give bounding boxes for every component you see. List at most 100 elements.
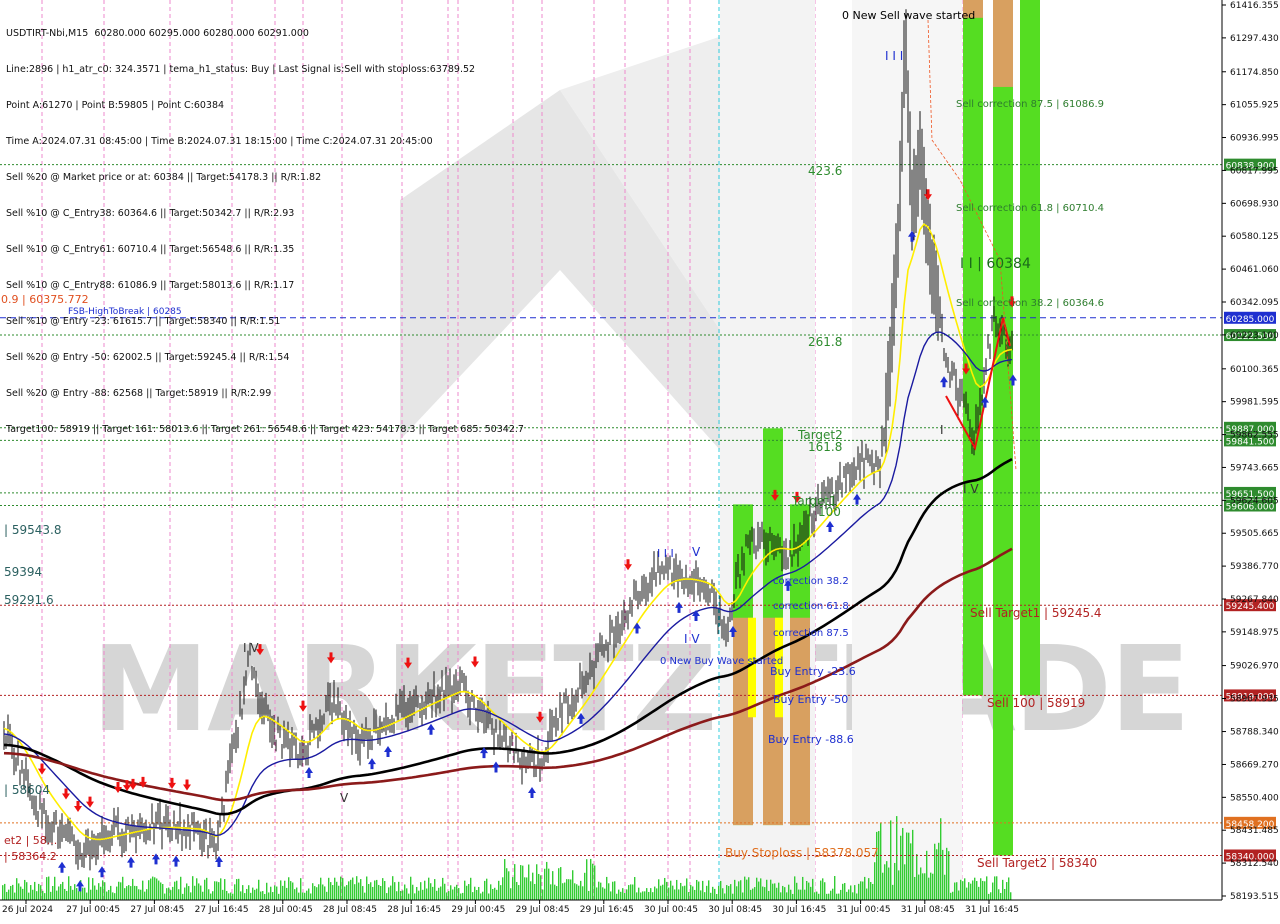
info-line: Sell %20 @ Market price or at: 60384 || … — [6, 172, 322, 183]
volume-bar — [660, 885, 662, 900]
volume-bar — [614, 881, 616, 900]
volume-bar — [910, 843, 912, 900]
volume-bar — [186, 883, 188, 900]
volume-bar — [770, 879, 772, 900]
volume-bar — [284, 880, 286, 900]
y-tick-label: 59386.770 — [1230, 562, 1279, 572]
volume-bar — [958, 890, 960, 900]
volume-bar — [610, 891, 612, 900]
volume-bar — [380, 886, 382, 900]
y-tick-label: 58550.400 — [1230, 793, 1279, 803]
volume-bar — [88, 877, 90, 900]
volume-bar — [820, 880, 822, 900]
volume-bar — [304, 892, 306, 900]
volume-bar — [518, 885, 520, 900]
volume-bar — [430, 883, 432, 900]
volume-bar — [498, 880, 500, 900]
volume-bar — [928, 877, 930, 900]
volume-bar — [378, 884, 380, 900]
volume-bar — [58, 886, 60, 900]
volume-bar — [478, 886, 480, 900]
volume-bar — [788, 884, 790, 900]
level-text-label: 100 — [818, 505, 841, 519]
x-tick-label: 30 Jul 16:45 — [772, 905, 826, 915]
volume-bar — [888, 867, 890, 900]
x-tick-label: 27 Jul 16:45 — [195, 905, 249, 915]
volume-bar — [204, 879, 206, 900]
volume-bar — [664, 877, 666, 900]
y-tick-label: 61055.925 — [1230, 101, 1279, 111]
volume-bar — [728, 886, 730, 900]
volume-bar — [96, 889, 98, 900]
volume-bar — [708, 880, 710, 900]
volume-bar — [832, 888, 834, 900]
volume-bar — [896, 816, 898, 900]
volume-bar — [434, 879, 436, 900]
volume-bar — [672, 885, 674, 900]
volume-bar — [1004, 888, 1006, 900]
volume-bar — [146, 889, 148, 900]
volume-bar — [384, 881, 386, 900]
volume-bar — [624, 892, 626, 900]
volume-bar — [254, 889, 256, 900]
volume-bar — [970, 883, 972, 900]
volume-bar — [276, 886, 278, 900]
volume-bar — [202, 891, 204, 900]
volume-bar — [732, 893, 734, 900]
volume-bar — [774, 883, 776, 900]
zone-bar — [993, 0, 1013, 87]
volume-bar — [588, 890, 590, 900]
volume-bar — [580, 880, 582, 900]
y-tick-label: 60100.365 — [1230, 365, 1279, 375]
annotation-label: 59394 — [4, 565, 42, 579]
volume-bar — [960, 879, 962, 900]
annotation-label: | 58604 — [4, 783, 50, 797]
volume-bar — [252, 887, 254, 900]
volume-bar — [156, 878, 158, 900]
volume-bar — [1002, 879, 1004, 900]
annotation-label: Sell correction 61.8 | 60710.4 — [956, 203, 1104, 214]
volume-bar — [852, 892, 854, 900]
volume-bar — [992, 882, 994, 900]
volume-bar — [54, 876, 56, 900]
volume-bar — [488, 893, 490, 900]
volume-bar — [446, 892, 448, 900]
y-tick-label: 60698.930 — [1230, 199, 1279, 209]
volume-bar — [72, 889, 74, 900]
volume-bar — [496, 889, 498, 900]
y-tick-label: 59148.975 — [1230, 628, 1279, 638]
level-text-label: 261.8 — [808, 335, 842, 349]
volume-bar — [594, 865, 596, 900]
volume-bar — [230, 892, 232, 900]
volume-bar — [524, 877, 526, 900]
volume-bar — [536, 864, 538, 900]
volume-bar — [836, 893, 838, 900]
volume-bar — [466, 885, 468, 900]
volume-bar — [886, 861, 888, 900]
info-line: Sell %10 @ C_Entry88: 61086.9 || Target:… — [6, 280, 295, 291]
y-tick-label: 59981.595 — [1230, 398, 1279, 408]
volume-bar — [442, 877, 444, 900]
volume-bar — [652, 892, 654, 900]
volume-bar — [388, 887, 390, 900]
volume-bar — [898, 870, 900, 900]
volume-bar — [604, 888, 606, 900]
volume-bar — [586, 859, 588, 900]
volume-bar — [956, 882, 958, 900]
volume-bar — [550, 884, 552, 900]
volume-bar — [662, 884, 664, 900]
ohlc-close: 60291.000 — [257, 28, 309, 39]
volume-bar — [462, 892, 464, 900]
wave-mark-label: I I I — [885, 49, 903, 63]
volume-bar — [546, 861, 548, 900]
volume-bar — [184, 887, 186, 900]
volume-bar — [262, 891, 264, 900]
volume-bar — [438, 887, 440, 900]
volume-bar — [174, 881, 176, 900]
volume-bar — [532, 872, 534, 900]
volume-bar — [8, 889, 10, 900]
volume-bar — [470, 877, 472, 900]
volume-bar — [968, 882, 970, 900]
volume-bar — [860, 881, 862, 900]
volume-bar — [4, 883, 6, 900]
